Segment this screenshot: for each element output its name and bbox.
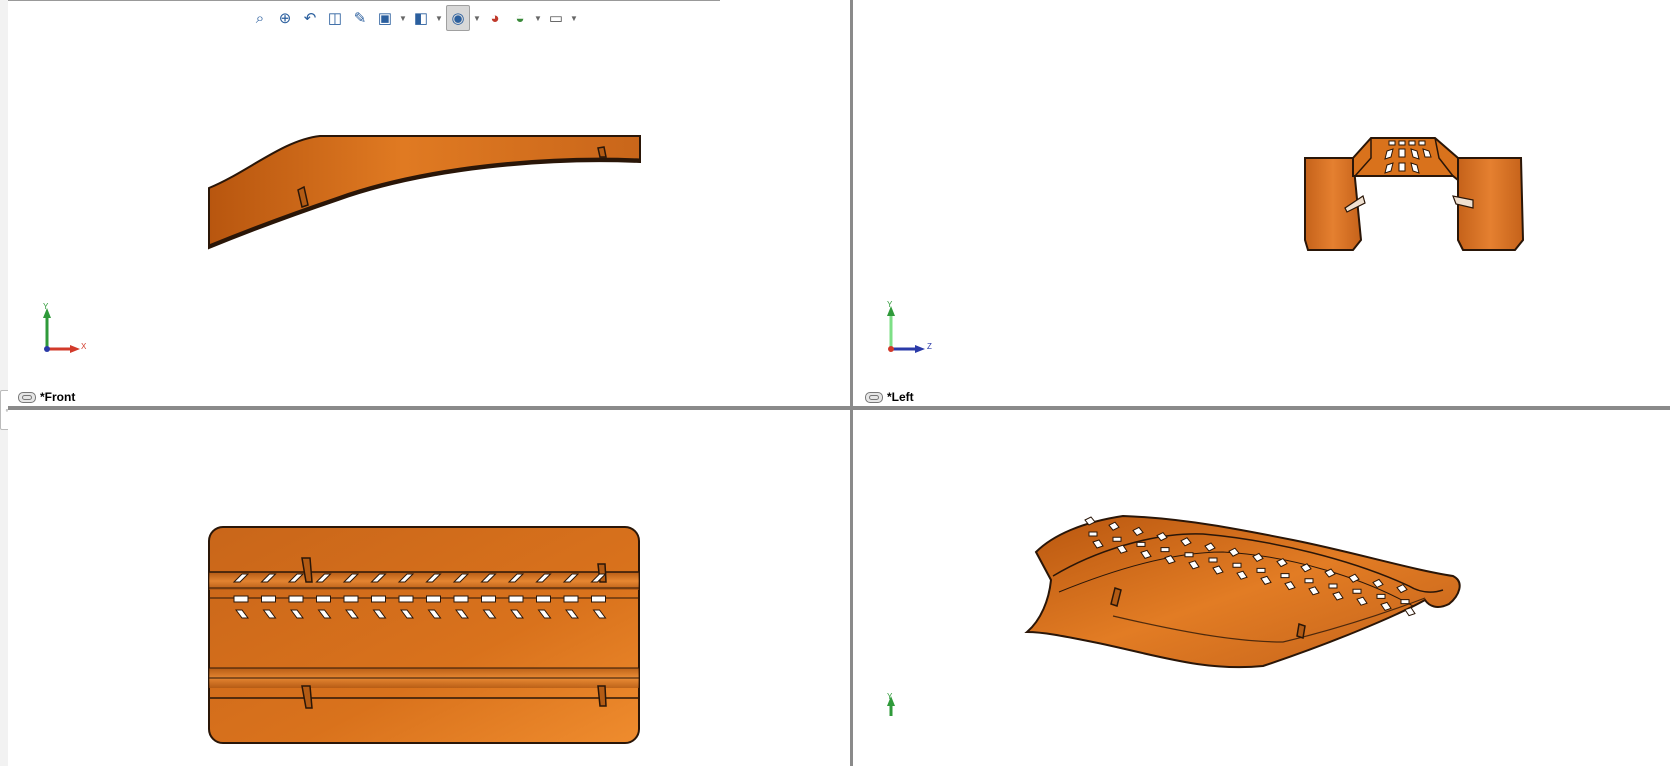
heads-up-view-toolbar: ⌕ ⊕ ↶ ◫ ✎ ▣ ▼ ◧ ▼ ◉ ▼ ◕ ◒ ▼ ▭ ▼ [249,3,578,33]
view-settings-icon[interactable]: ▭ [545,6,567,30]
axis-triad-front [43,308,80,353]
perforation-slot [288,595,304,603]
viewport-front[interactable]: Y X *Front [8,0,850,406]
perforation-slot [481,595,496,603]
perforation-slot [1112,536,1122,542]
perforation-slot [1304,578,1314,584]
chevron-down-icon[interactable]: ▼ [534,14,542,23]
perforation-slot [1352,588,1362,594]
viewport-horizontal-splitter[interactable] [8,406,1670,410]
perforation-slot [508,595,524,603]
perforation-slot [1232,562,1242,568]
perforation-slot [1184,552,1194,558]
link-views-icon [865,391,883,403]
viewport-label-front[interactable]: *Front [18,390,75,404]
axis-label-y: Y [887,300,893,309]
zoom-to-area-icon[interactable]: ⊕ [274,6,296,30]
perforation-slot [1280,573,1290,579]
section-view-icon[interactable]: ◫ [324,6,346,30]
viewport-name: *Front [40,390,76,404]
axis-label-y: Y [887,692,893,701]
perforation-slot [1256,567,1266,573]
dynamic-annotation-icon[interactable]: ✎ [349,6,371,30]
perforation-slot [1208,557,1218,563]
perforation-slot [453,595,469,603]
perforation-slot [1160,547,1170,553]
display-style-icon[interactable]: ◧ [410,6,432,30]
perforation-slot [426,595,441,603]
perforation-slot [1088,531,1098,537]
perforation-slot [1136,541,1146,547]
perforation-slot [1400,599,1410,605]
perforation-slot [316,595,331,603]
edit-appearance-icon[interactable]: ◕ [484,6,506,30]
chevron-down-icon[interactable]: ▼ [570,14,578,23]
perforation-slot [343,595,359,603]
axis-label-y: Y [43,302,49,311]
apply-scene-icon[interactable]: ◒ [509,6,531,30]
minimize-icon[interactable]: ▔ [1567,0,1575,11]
chevron-down-icon[interactable]: ▼ [473,14,481,23]
view-orientation-icon[interactable]: ▣ [374,6,396,30]
perforation-slot [398,595,414,603]
viewport-isometric[interactable]: Y [853,410,1670,766]
viewport-vertical-splitter[interactable] [850,0,853,766]
axis-label-z: Z [927,342,932,351]
viewport-name: *Left [887,390,914,404]
restore-icon[interactable]: ▔ [1599,0,1607,11]
perforation-slot [371,595,386,603]
top-view-model [208,526,640,744]
hide-show-items-icon[interactable]: ◉ [446,5,470,31]
link-views-icon [18,391,36,403]
left-view-model [887,137,1525,353]
previous-view-icon[interactable]: ↶ [299,6,321,30]
close-icon[interactable]: ▔ [1631,0,1639,11]
viewport-left[interactable]: Y Z *Left ▔ ▔ ▔ [853,0,1670,406]
perforation-slot [1376,593,1386,599]
perforation-slot [536,595,551,603]
perforation-slot [233,595,249,603]
zoom-to-fit-icon[interactable]: ⌕ [249,6,271,30]
front-view-model [43,135,641,353]
perforation-slot [563,595,579,603]
top-border [8,0,720,1]
isometric-view-model [887,514,1461,716]
perforation-slot [1328,583,1338,589]
viewport-label-left[interactable]: *Left [865,390,914,404]
viewport-top[interactable] [8,410,850,766]
perforation-slot [591,595,606,603]
chevron-down-icon[interactable]: ▼ [399,14,407,23]
perforation-slot [261,595,276,603]
perforation-slot [1404,607,1416,617]
chevron-down-icon[interactable]: ▼ [435,14,443,23]
axis-label-x: X [81,342,87,351]
axis-triad-left [887,306,925,353]
